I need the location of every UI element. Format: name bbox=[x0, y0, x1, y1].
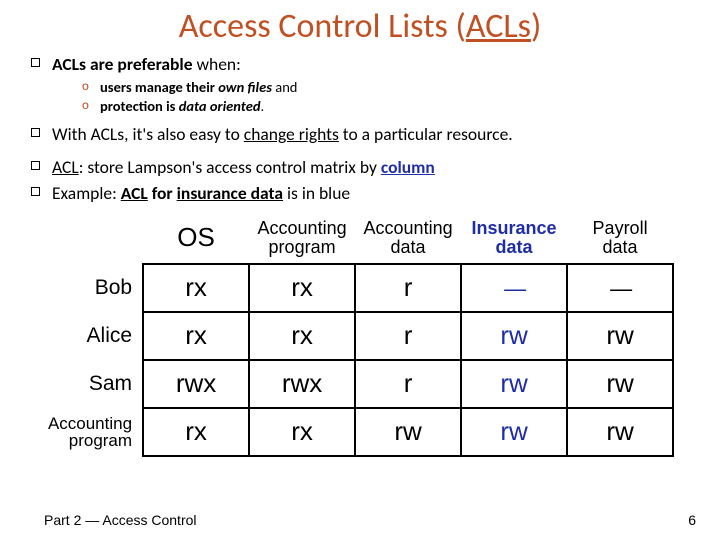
acl-table: OS Accountingprogram Accountingdata Insu… bbox=[46, 217, 674, 457]
cell-r1c1: rx bbox=[143, 264, 249, 312]
bullet-3-mid: : store Lampson's access control matrix … bbox=[79, 156, 381, 178]
cell-r2c2: rx bbox=[249, 312, 355, 360]
sub-2-pre: protection is bbox=[100, 97, 179, 115]
col-acct-data: Accountingdata bbox=[355, 217, 461, 264]
sub-1-em: own files bbox=[218, 78, 272, 96]
bullet-list: ACLs are preferable when: users manage t… bbox=[28, 53, 692, 205]
acl-table-wrap: OS Accountingprogram Accountingdata Insu… bbox=[28, 217, 692, 457]
col-os: OS bbox=[143, 217, 249, 264]
header-row: OS Accountingprogram Accountingdata Insu… bbox=[46, 217, 673, 264]
cell-r1c3: r bbox=[355, 264, 461, 312]
dash-icon: — bbox=[610, 276, 630, 301]
cell-r3c2: rwx bbox=[249, 360, 355, 408]
cell-r3c5: rw bbox=[567, 360, 673, 408]
cell-r4c2: rx bbox=[249, 408, 355, 456]
bullet-2-u: change rights bbox=[244, 123, 339, 145]
col-acct-data-l2: data bbox=[391, 237, 426, 257]
cell-r3c1: rwx bbox=[143, 360, 249, 408]
sub-list: users manage their own files and protect… bbox=[52, 78, 692, 117]
bullet-3: ACL: store Lampson's access control matr… bbox=[30, 156, 692, 179]
col-acct-prog-l2: program bbox=[269, 237, 336, 257]
bullet-4-acl: ACL bbox=[121, 182, 148, 204]
title-post: ) bbox=[531, 6, 541, 47]
footer-text: Part 2 — Access Control bbox=[44, 512, 197, 528]
cell-r2c1: rx bbox=[143, 312, 249, 360]
sub-2-post: . bbox=[260, 97, 264, 115]
rowh-acct-prog: Accountingprogram bbox=[46, 408, 143, 456]
dash-icon: — bbox=[504, 276, 524, 301]
bullet-3-column: column bbox=[381, 156, 435, 178]
col-acct-data-l1: Accounting bbox=[364, 218, 453, 238]
rowh-sam: Sam bbox=[46, 360, 143, 408]
cell-r3c3: r bbox=[355, 360, 461, 408]
sub-2-em: data oriented bbox=[179, 97, 261, 115]
bullet-2: With ACLs, it's also easy to change righ… bbox=[30, 123, 692, 146]
bullet-1: ACLs are preferable when: users manage t… bbox=[30, 53, 692, 117]
slide-title: Access Control Lists (ACLs) bbox=[28, 6, 692, 47]
col-insurance-l1: Insurance bbox=[472, 218, 557, 238]
title-abbr: ACLs bbox=[466, 6, 531, 47]
sub-1-post: and bbox=[272, 78, 297, 96]
cell-r2c5: rw bbox=[567, 312, 673, 360]
sub-1: users manage their own files and bbox=[82, 78, 692, 98]
col-payroll-l2: data bbox=[603, 237, 638, 257]
row-acct-prog: Accountingprogram rx rx rw rw rw bbox=[46, 408, 673, 456]
bullet-3-acl: ACL bbox=[52, 156, 79, 178]
title-pre: Access Control Lists ( bbox=[179, 6, 466, 47]
sub-2: protection is data oriented. bbox=[82, 97, 692, 117]
page-number: 6 bbox=[688, 512, 696, 528]
bullet-4: Example: ACL for insurance data is in bl… bbox=[30, 182, 692, 205]
row-sam: Sam rwx rwx r rw rw bbox=[46, 360, 673, 408]
sub-1-pre: users manage their bbox=[100, 78, 218, 96]
cell-r1c2: rx bbox=[249, 264, 355, 312]
rowh-alice: Alice bbox=[46, 312, 143, 360]
corner-blank bbox=[46, 217, 143, 264]
cell-r2c3: r bbox=[355, 312, 461, 360]
cell-r4c3: rw bbox=[355, 408, 461, 456]
col-insurance: Insurancedata bbox=[461, 217, 567, 264]
bullet-2-post: to a particular resource. bbox=[339, 123, 513, 145]
slide: Access Control Lists (ACLs) ACLs are pre… bbox=[0, 0, 720, 540]
cell-r4c1: rx bbox=[143, 408, 249, 456]
col-acct-prog-l1: Accounting bbox=[258, 218, 347, 238]
row-alice: Alice rx rx r rw rw bbox=[46, 312, 673, 360]
bullet-1-strong: ACLs are preferable bbox=[52, 53, 193, 75]
cell-r3c4: rw bbox=[461, 360, 567, 408]
col-acct-prog: Accountingprogram bbox=[249, 217, 355, 264]
bullet-4-ins: insurance data bbox=[177, 182, 283, 204]
cell-r4c5: rw bbox=[567, 408, 673, 456]
bullet-4-mid: for bbox=[148, 182, 177, 204]
cell-r4c4: rw bbox=[461, 408, 567, 456]
col-payroll: Payrolldata bbox=[567, 217, 673, 264]
rowh-acct-prog-l2: program bbox=[69, 431, 132, 450]
bullet-2-pre: With ACLs, it's also easy to bbox=[52, 123, 244, 145]
bullet-1-rest: when: bbox=[193, 53, 241, 75]
col-insurance-l2: data bbox=[496, 237, 533, 257]
cell-r1c5: — bbox=[567, 264, 673, 312]
row-bob: Bob rx rx r — — bbox=[46, 264, 673, 312]
cell-r2c4: rw bbox=[461, 312, 567, 360]
cell-r1c4: — bbox=[461, 264, 567, 312]
bullet-4-post: is in blue bbox=[283, 182, 350, 204]
bullet-4-pre: Example: bbox=[52, 182, 121, 204]
rowh-bob: Bob bbox=[46, 264, 143, 312]
col-payroll-l1: Payroll bbox=[593, 218, 648, 238]
